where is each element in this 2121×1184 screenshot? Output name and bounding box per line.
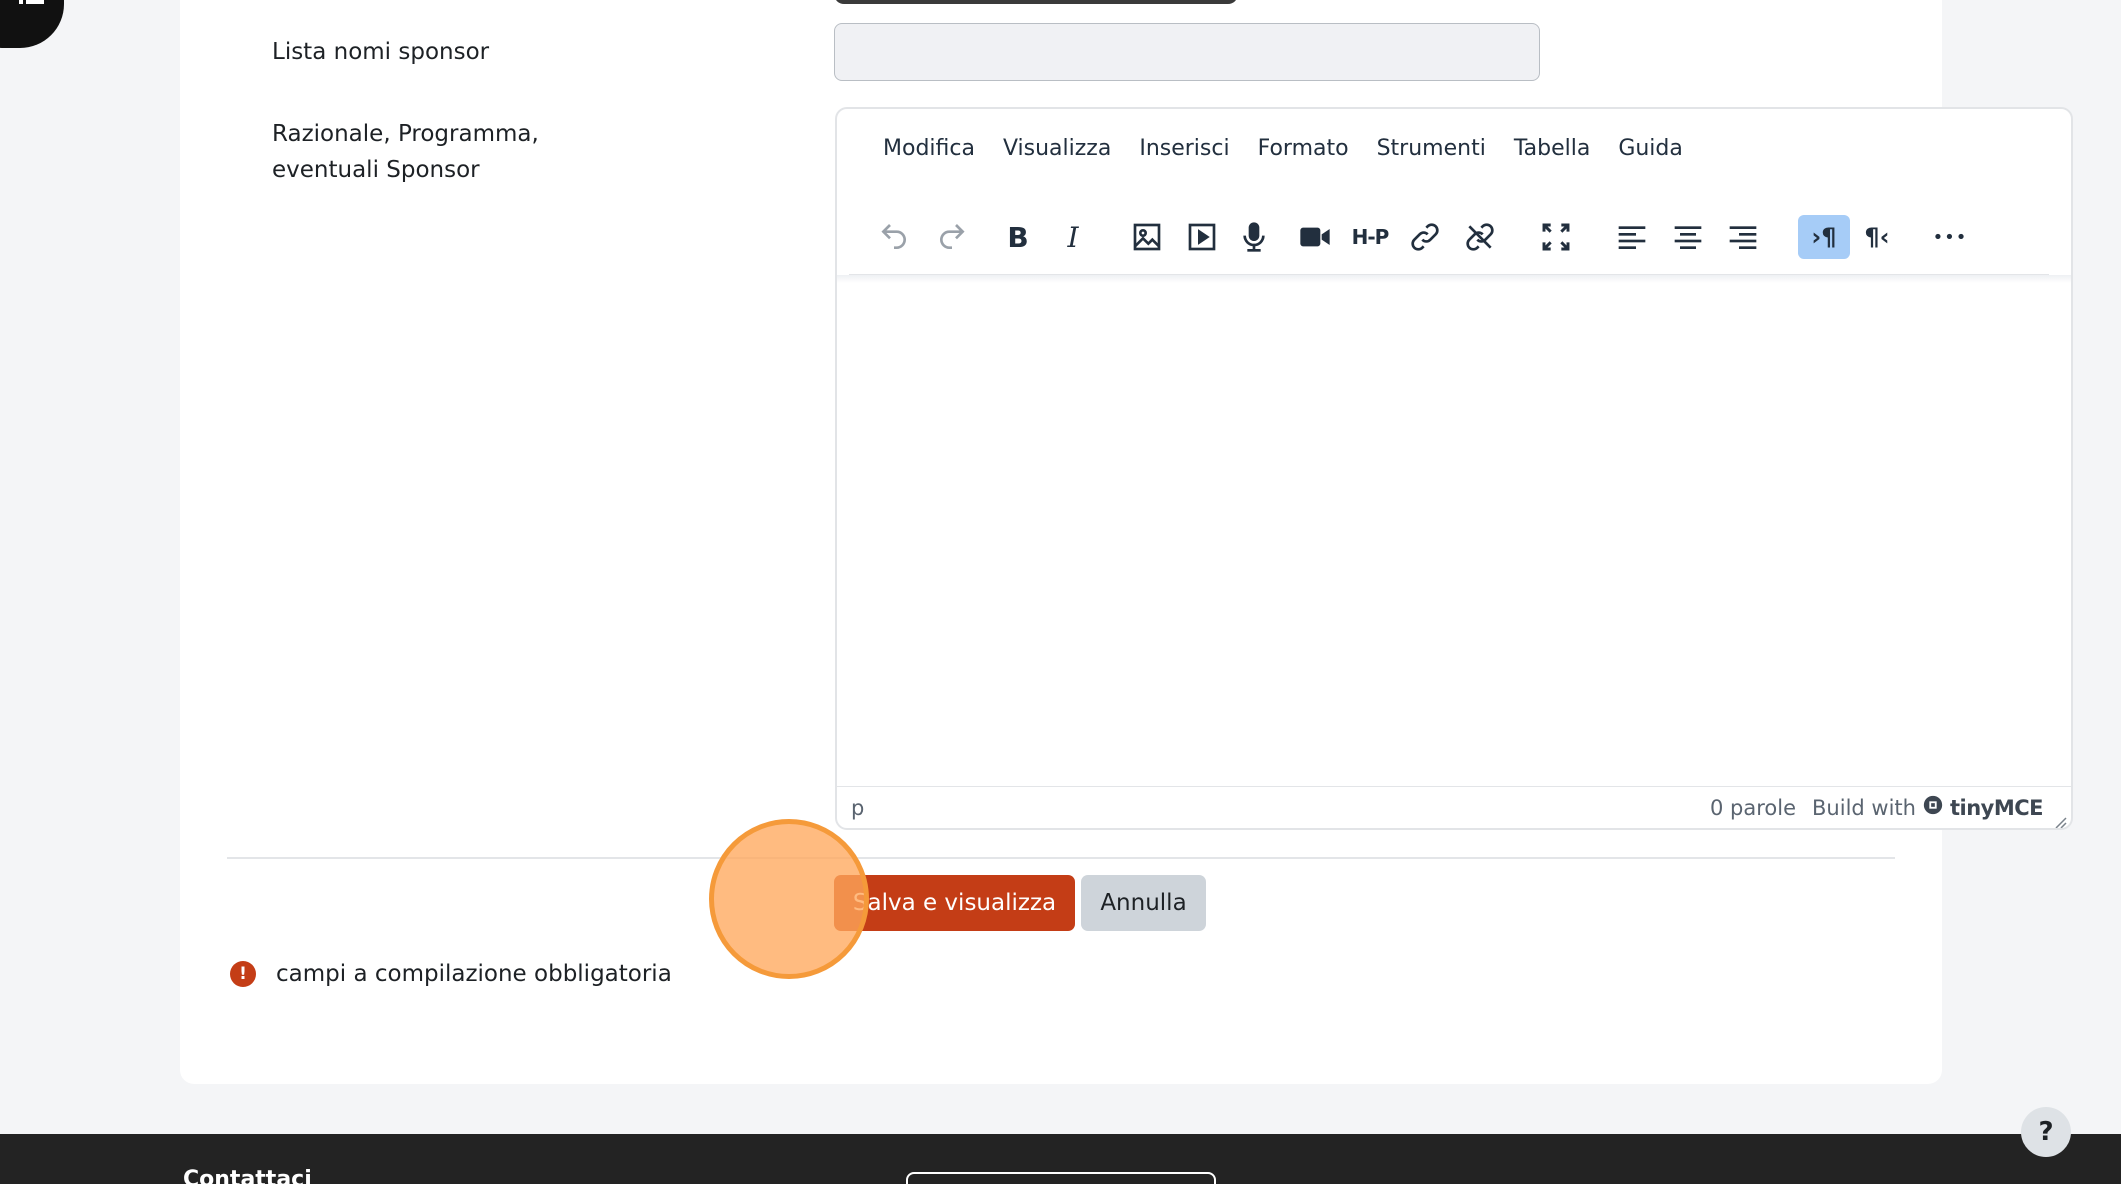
- image-icon[interactable]: [1121, 215, 1173, 259]
- menu-visualizza[interactable]: Visualizza: [989, 131, 1125, 167]
- media-icon[interactable]: [1176, 215, 1228, 259]
- form-card: Lista nomi sponsor Razionale, Programma,…: [180, 0, 2073, 1084]
- link-icon[interactable]: [1399, 215, 1451, 259]
- toolbar-shadow: [837, 275, 2071, 283]
- align-right-icon[interactable]: [1717, 215, 1769, 259]
- menu-inserisci[interactable]: Inserisci: [1125, 131, 1243, 167]
- tinymce-branding[interactable]: Build with tinyMCE: [1812, 794, 2043, 821]
- undo-icon[interactable]: [868, 215, 920, 259]
- italic-icon[interactable]: I: [1047, 215, 1099, 259]
- align-center-icon[interactable]: [1662, 215, 1714, 259]
- more-icon[interactable]: •••: [1924, 215, 1976, 259]
- drawer-toggle-button[interactable]: [0, 0, 64, 48]
- tinymce-brand-name: tinyMCE: [1949, 795, 2044, 820]
- video-camera-icon[interactable]: [1289, 215, 1341, 259]
- sponsor-list-input[interactable]: [834, 23, 1540, 81]
- tinymce-logo-icon: [1922, 794, 1944, 821]
- menu-strumenti[interactable]: Strumenti: [1363, 131, 1500, 167]
- redo-icon[interactable]: [926, 215, 978, 259]
- editor-statusbar: p 0 parole Build with tinyMCE: [837, 786, 2071, 828]
- cancel-button[interactable]: Annulla: [1081, 875, 1206, 931]
- help-button[interactable]: ?: [2021, 1107, 2071, 1157]
- editor-content-area[interactable]: [837, 283, 2071, 788]
- save-and-view-button[interactable]: Salva e visualizza: [834, 875, 1075, 931]
- word-count[interactable]: 0 parole: [1710, 796, 1796, 820]
- element-path[interactable]: p: [851, 796, 864, 820]
- h5p-icon[interactable]: H-P: [1344, 215, 1396, 259]
- align-left-icon[interactable]: [1606, 215, 1658, 259]
- page-footer: Contattaci: [0, 1134, 2121, 1184]
- list-icon: [19, 0, 45, 10]
- resize-handle-icon[interactable]: [2053, 810, 2067, 828]
- rich-text-editor[interactable]: Modifica Visualizza Inserisci Formato St…: [835, 107, 2073, 830]
- sponsor-list-label: Lista nomi sponsor: [272, 39, 490, 65]
- menu-modifica[interactable]: Modifica: [869, 131, 989, 167]
- footer-outline-button[interactable]: [906, 1172, 1216, 1184]
- form-divider: [227, 857, 1895, 859]
- menu-tabella[interactable]: Tabella: [1500, 131, 1604, 167]
- editor-menubar: Modifica Visualizza Inserisci Formato St…: [837, 109, 1697, 189]
- menu-formato[interactable]: Formato: [1244, 131, 1363, 167]
- footer-contact-title: Contattaci: [183, 1167, 312, 1184]
- exclamation-icon: !: [230, 961, 256, 987]
- fullscreen-icon[interactable]: [1530, 215, 1582, 259]
- rationale-label-line2: eventuali Sponsor: [272, 157, 480, 183]
- unlink-icon[interactable]: [1454, 215, 1506, 259]
- microphone-icon[interactable]: [1228, 215, 1280, 259]
- required-fields-note: ! campi a compilazione obbligatoria: [230, 961, 672, 987]
- previous-field-edge: [834, 0, 1238, 4]
- rtl-icon[interactable]: ¶‹: [1851, 215, 1903, 259]
- click-indicator: [709, 819, 869, 979]
- rationale-label-line1: Razionale, Programma,: [272, 121, 539, 147]
- menu-guida[interactable]: Guida: [1604, 131, 1697, 167]
- bold-icon[interactable]: B: [992, 215, 1044, 259]
- build-with-text: Build with: [1812, 795, 1916, 820]
- rationale-label: Razionale, Programma, eventuali Sponsor: [272, 116, 539, 188]
- required-fields-text: campi a compilazione obbligatoria: [276, 961, 672, 987]
- ltr-icon[interactable]: ›¶: [1798, 215, 1850, 259]
